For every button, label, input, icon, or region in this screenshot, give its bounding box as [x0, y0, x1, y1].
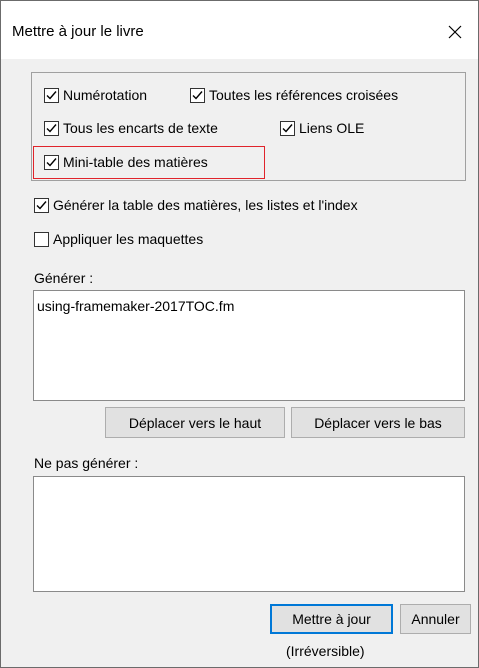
dont-generate-list-label: Ne pas générer : — [34, 455, 139, 471]
text-insets-label: Tous les encarts de texte — [63, 120, 218, 136]
cross-references-checkbox-box[interactable] — [190, 87, 205, 103]
generate-toc-checkbox-box[interactable] — [34, 197, 49, 213]
text-insets-checkbox[interactable]: Tous les encarts de texte — [44, 118, 218, 138]
generate-toc-label: Générer la table des matières, les liste… — [53, 197, 358, 213]
cancel-button[interactable]: Annuler — [400, 604, 471, 634]
numbering-checkbox-box[interactable] — [44, 87, 59, 103]
checkmark-icon — [36, 200, 47, 210]
generate-toc-checkbox[interactable]: Générer la table des matières, les liste… — [34, 195, 358, 215]
cancel-button-label: Annuler — [411, 611, 460, 627]
close-icon — [448, 25, 462, 39]
move-up-button[interactable]: Déplacer vers le haut — [105, 407, 285, 438]
numbering-label: Numérotation — [63, 87, 148, 103]
text-insets-checkbox-box[interactable] — [44, 120, 59, 136]
close-button[interactable] — [432, 15, 478, 49]
checkmark-icon — [282, 123, 293, 133]
update-book-dialog: Mettre à jour le livre Numérotation Tout… — [0, 0, 479, 668]
list-item[interactable]: using-framemaker-2017TOC.fm — [37, 297, 234, 315]
cross-references-label: Toutes les références croisées — [209, 87, 399, 103]
numbering-checkbox[interactable]: Numérotation — [44, 85, 147, 105]
dialog-title: Mettre à jour le livre — [12, 23, 144, 40]
dont-generate-listbox[interactable] — [33, 476, 465, 592]
generate-list-label: Générer : — [34, 270, 94, 286]
move-down-button[interactable]: Déplacer vers le bas — [291, 407, 465, 438]
checkmark-icon — [46, 90, 57, 100]
mini-toc-highlight-box — [33, 146, 265, 179]
apply-master-pages-checkbox-box[interactable] — [34, 231, 49, 247]
update-button-label: Mettre à jour — [292, 611, 371, 627]
move-up-label: Déplacer vers le haut — [128, 414, 262, 431]
update-button[interactable]: Mettre à jour — [270, 604, 393, 634]
irreversible-note: (Irréversible) — [286, 643, 365, 659]
apply-master-pages-checkbox[interactable]: Appliquer les maquettes — [34, 229, 203, 249]
generate-listbox[interactable]: using-framemaker-2017TOC.fm — [33, 290, 465, 401]
move-down-label: Déplacer vers le bas — [314, 414, 442, 431]
title-bar: Mettre à jour le livre — [1, 1, 478, 59]
ole-links-label: Liens OLE — [299, 120, 365, 136]
cross-references-checkbox[interactable]: Toutes les références croisées — [190, 85, 398, 105]
ole-links-checkbox[interactable]: Liens OLE — [280, 118, 364, 138]
ole-links-checkbox-box[interactable] — [280, 120, 295, 136]
checkmark-icon — [192, 90, 203, 100]
apply-master-pages-label: Appliquer les maquettes — [53, 231, 204, 247]
checkmark-icon — [46, 123, 57, 133]
